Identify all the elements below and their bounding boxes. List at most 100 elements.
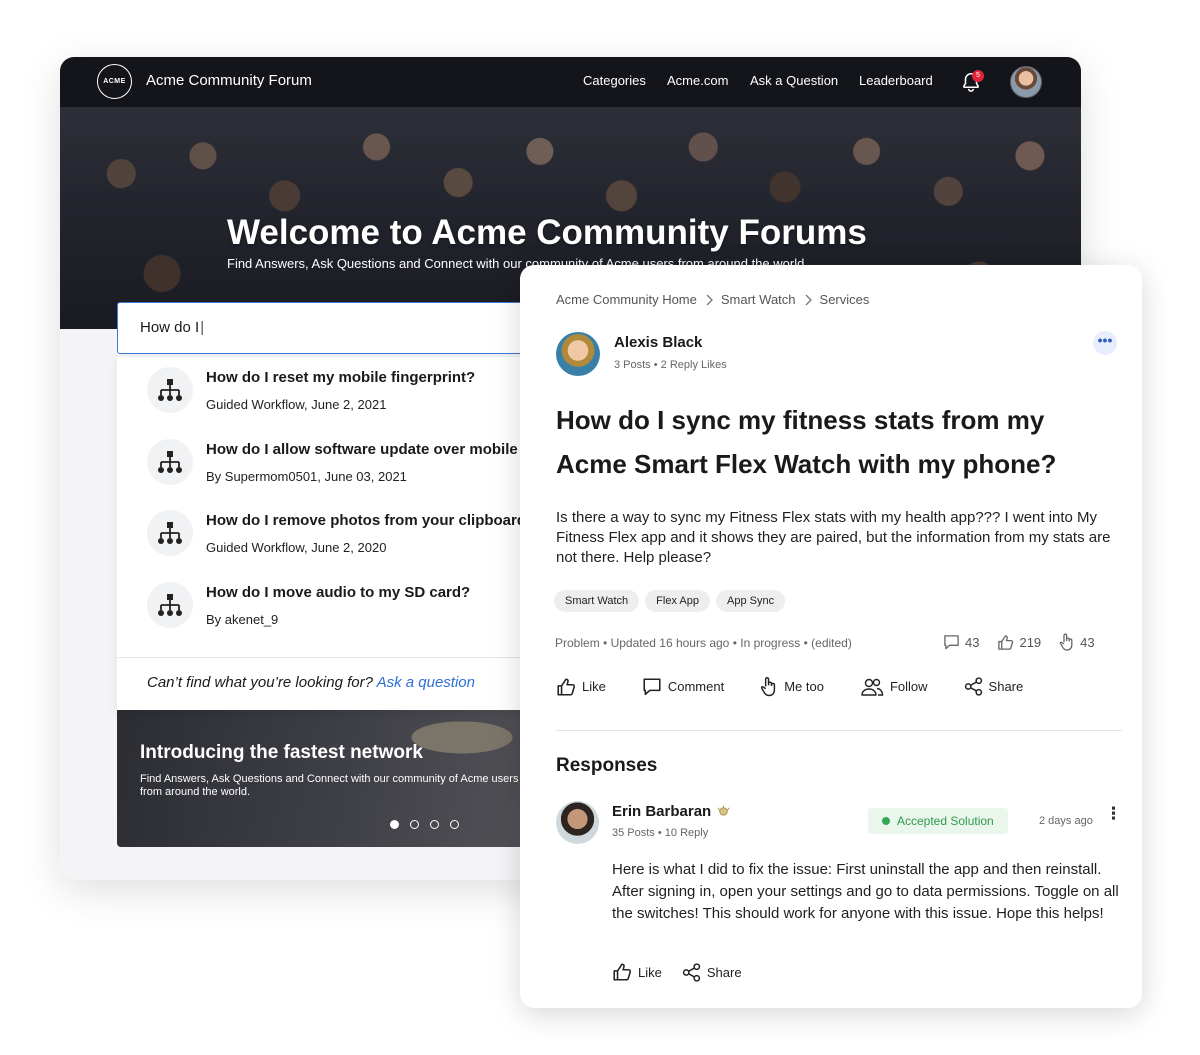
responder-name[interactable]: Erin Barbaran — [612, 803, 711, 820]
like-button[interactable]: Like — [556, 677, 606, 697]
author-name[interactable]: Alexis Black — [614, 334, 702, 351]
search-result-meta: Guided Workflow, June 2, 2021 — [206, 397, 387, 412]
promo-banner-text: Find Answers, Ask Questions and Connect … — [140, 773, 519, 798]
breadcrumb-smart-watch[interactable]: Smart Watch — [721, 292, 796, 307]
hand-pointer-icon — [1059, 633, 1073, 651]
breadcrumb: Acme Community Home Smart Watch Services — [556, 292, 869, 307]
question-title: How do I sync my fitness stats from my A… — [556, 405, 1057, 479]
breadcrumb-services[interactable]: Services — [820, 292, 870, 307]
search-result-item[interactable]: How do I move audio to my SD card? By ak… — [117, 572, 577, 644]
separator-dot: • — [603, 636, 611, 650]
comment-count-value: 43 — [965, 634, 980, 650]
section-divider — [556, 730, 1122, 731]
search-result-meta: By akenet_9 — [206, 612, 279, 627]
response-timestamp: 2 days ago — [1039, 815, 1093, 827]
post-action-bar: Like Comment Me too Follow Share — [556, 676, 1059, 697]
accepted-solution-badge: Accepted Solution — [868, 808, 1008, 834]
author-post-count: 3 Posts — [614, 359, 651, 371]
me-too-count-value: 43 — [1080, 634, 1095, 650]
search-result-item[interactable]: How do I reset my mobile fingerprint? Gu… — [117, 357, 577, 429]
comment-icon — [944, 635, 959, 650]
responder-avatar[interactable] — [556, 801, 599, 844]
engagement-counts: 43 219 43 — [943, 633, 1095, 651]
top-navigation-bar: ACME Acme Community Forum Categories Acm… — [60, 57, 1081, 107]
nav-link-categories[interactable]: Categories — [583, 73, 646, 88]
separator-dot: • — [653, 359, 661, 371]
responder-reply-count: 10 Reply — [664, 827, 709, 839]
search-input[interactable]: How do I — [117, 302, 577, 354]
author-reply-likes: 2 Reply Likes — [660, 359, 727, 371]
hero-title: Welcome to Acme Community Forums — [227, 213, 867, 252]
tag-smart-watch[interactable]: Smart Watch — [554, 590, 640, 612]
nav-link-ask-question[interactable]: Ask a Question — [750, 73, 838, 88]
accepted-status-dot — [882, 817, 890, 825]
thumbs-up-icon — [557, 677, 576, 696]
search-result-item[interactable]: How do I remove photos from your clipboa… — [117, 500, 577, 572]
site-title[interactable]: Acme Community Forum — [146, 72, 312, 89]
chevron-right-icon — [706, 294, 713, 305]
tag-list: Smart Watch Flex App App Sync — [554, 590, 786, 612]
more-options-button[interactable]: ••• — [1093, 331, 1117, 355]
like-count: 219 — [997, 633, 1041, 651]
question-detail-card: Acme Community Home Smart Watch Services… — [520, 265, 1142, 1008]
response-more-menu-icon[interactable]: ⋮ — [1105, 805, 1122, 822]
comment-count: 43 — [943, 633, 979, 651]
response-share-button[interactable]: Share — [682, 962, 742, 982]
accepted-solution-label: Accepted Solution — [897, 814, 994, 828]
follow-button-label: Follow — [889, 679, 928, 694]
tag-app-sync[interactable]: App Sync — [715, 590, 786, 612]
user-avatar[interactable] — [1010, 66, 1042, 98]
promo-banner-title: Introducing the fastest network — [140, 742, 423, 763]
post-type: Problem — [555, 636, 600, 650]
carousel-dot-1[interactable] — [390, 820, 399, 829]
responder-name-row: Erin Barbaran — [612, 803, 730, 820]
dropdown-footer-prompt: Can’t find what you’re looking for? — [147, 674, 373, 691]
comment-button-label: Comment — [667, 679, 725, 694]
hand-pointer-icon — [761, 677, 776, 697]
like-button-label: Like — [582, 679, 606, 694]
response-share-label: Share — [706, 964, 742, 980]
rank-badge-icon — [717, 805, 730, 816]
status-line: Problem • Updated 16 hours ago • In prog… — [555, 636, 852, 650]
nav-link-leaderboard[interactable]: Leaderboard — [859, 73, 933, 88]
carousel-dots — [390, 820, 459, 829]
comment-button[interactable]: Comment — [642, 677, 724, 696]
carousel-dot-4[interactable] — [450, 820, 459, 829]
search-result-meta: Guided Workflow, June 2, 2020 — [206, 540, 387, 555]
response-body: Here is what I did to fix the issue: Fir… — [612, 861, 1119, 922]
search-result-item[interactable]: How do I allow software update over mobi… — [117, 429, 577, 501]
promo-banner[interactable]: Introducing the fastest network Find Ans… — [117, 710, 577, 847]
me-too-button[interactable]: Me too — [760, 676, 824, 697]
responder-post-count: 35 Posts — [612, 827, 655, 839]
workflow-icon — [147, 582, 193, 628]
author-avatar[interactable] — [556, 332, 600, 376]
me-too-count: 43 — [1059, 633, 1095, 651]
share-button-label: Share — [988, 679, 1024, 694]
search-result-meta: By Supermom0501, June 03, 2021 — [206, 469, 407, 484]
search-suggestions-dropdown: How do I reset my mobile fingerprint? Gu… — [117, 357, 577, 710]
updated-time: Updated 16 hours ago — [610, 636, 730, 650]
nav-link-acme-com[interactable]: Acme.com — [667, 73, 728, 88]
ask-question-link[interactable]: Ask a question — [377, 674, 475, 691]
acme-logo[interactable]: ACME — [97, 64, 132, 99]
responses-heading: Responses — [556, 755, 658, 776]
workflow-icon — [147, 439, 193, 485]
follow-button[interactable]: Follow — [860, 678, 928, 696]
chevron-right-icon — [805, 294, 812, 305]
question-body: Is there a way to sync my Fitness Flex s… — [556, 509, 1111, 566]
share-icon — [682, 962, 701, 982]
tag-flex-app[interactable]: Flex App — [645, 590, 710, 612]
carousel-dot-3[interactable] — [430, 820, 439, 829]
share-button[interactable]: Share — [964, 677, 1024, 696]
thumbs-up-icon — [613, 963, 632, 981]
response-action-bar: Like Share — [612, 962, 762, 982]
workflow-icon — [147, 510, 193, 556]
carousel-dot-2[interactable] — [410, 820, 419, 829]
response-like-label: Like — [638, 964, 662, 980]
users-icon — [861, 678, 884, 696]
breadcrumb-home[interactable]: Acme Community Home — [556, 292, 697, 307]
like-count-value: 219 — [1019, 634, 1042, 650]
response-like-button[interactable]: Like — [612, 962, 662, 982]
search-input-value: How do I — [140, 319, 204, 336]
thumbs-up-icon — [998, 634, 1014, 650]
